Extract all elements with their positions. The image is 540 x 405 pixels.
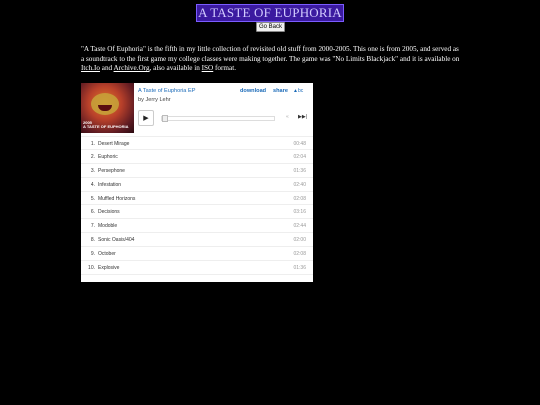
- track-duration: 01:36: [293, 167, 306, 174]
- archive-org-link[interactable]: Archive.Org: [114, 64, 150, 72]
- itch-io-link[interactable]: Itch.Io: [81, 64, 100, 72]
- track-name: Muffled Horizons: [98, 195, 136, 202]
- track-duration: 02:00: [293, 237, 306, 244]
- bandcamp-player: 2005 A TASTE OF EUPHORIA A Taste of Euph…: [81, 83, 313, 282]
- progress-thumb[interactable]: [162, 115, 168, 122]
- track-row[interactable]: 4. Infestation 02:40: [81, 178, 313, 192]
- track-duration: 02:40: [293, 181, 306, 188]
- track-row[interactable]: 2. Euphoric 02:04: [81, 150, 313, 164]
- play-button[interactable]: ▶: [138, 110, 154, 126]
- track-duration: 02:08: [293, 251, 306, 258]
- album-cover-image[interactable]: 2005 A TASTE OF EUPHORIA: [81, 83, 134, 133]
- iso-link[interactable]: ISO: [202, 64, 214, 72]
- share-link[interactable]: share: [273, 88, 288, 94]
- track-row[interactable]: 3. Persephone 01:36: [81, 164, 313, 178]
- track-duration: 00:48: [293, 141, 306, 147]
- page-title-banner: A TASTE OF EUPHORIA: [196, 4, 344, 22]
- cover-face-art: [91, 93, 119, 115]
- track-name: October: [98, 251, 116, 258]
- track-number: 10.: [88, 265, 95, 272]
- progress-bar[interactable]: [161, 115, 275, 122]
- track-row[interactable]: 9. October 02:08: [81, 247, 313, 262]
- page-title: A TASTE OF EUPHORIA: [198, 5, 342, 20]
- track-number: 4.: [90, 181, 95, 188]
- track-number: 2.: [90, 153, 95, 160]
- track-row[interactable]: 8. Sonic Oasis/404 02:00: [81, 233, 313, 248]
- track-number: 1.: [90, 141, 95, 147]
- track-number: 6.: [90, 209, 95, 216]
- play-icon: ▶: [143, 115, 149, 122]
- track-row[interactable]: 5. Muffled Horizons 02:08: [81, 192, 313, 206]
- track-number: 5.: [90, 195, 95, 202]
- track-number: 9.: [90, 251, 95, 258]
- album-title-link[interactable]: A Taste of Euphoria EP: [138, 88, 195, 94]
- track-name: Infestation: [98, 181, 122, 188]
- track-row[interactable]: 1. Desert Mirage 00:48: [81, 136, 313, 150]
- go-back-button[interactable]: Go Back: [256, 22, 285, 32]
- previous-track-icon[interactable]: «: [286, 114, 289, 120]
- track-name: Euphoric: [98, 153, 118, 160]
- track-list: 1. Desert Mirage 00:48 2. Euphoric 02:04 3. Per…: [81, 136, 313, 275]
- download-link[interactable]: download: [240, 88, 266, 94]
- description-text-3: , also available in: [149, 64, 202, 73]
- artist-name: by Jerry Lehr: [138, 97, 171, 103]
- track-number: 3.: [90, 167, 95, 174]
- track-name: Decisions: [98, 209, 120, 216]
- track-duration: 01:36: [293, 265, 306, 272]
- track-name: Modoble: [98, 223, 118, 230]
- cover-caption: 2005 A TASTE OF EUPHORIA: [83, 120, 132, 130]
- description-text-2: and: [99, 64, 114, 73]
- track-number: 8.: [90, 237, 95, 244]
- track-row[interactable]: 10. Explosive 01:36: [81, 261, 313, 275]
- description-paragraph: "A Taste Of Euphoria" is the fifth in my…: [81, 45, 461, 74]
- track-duration: 02:08: [293, 195, 306, 202]
- track-name: Sonic Oasis/404: [98, 237, 135, 244]
- description-text-1: "A Taste Of Euphoria" is the fifth in my…: [81, 45, 460, 63]
- track-name: Explosive: [98, 265, 120, 272]
- description-text-4: format.: [213, 64, 236, 73]
- bandcamp-logo-icon[interactable]: ▲bc: [293, 88, 303, 94]
- track-name: Desert Mirage: [98, 141, 130, 147]
- track-number: 7.: [90, 223, 95, 230]
- track-name: Persephone: [98, 167, 125, 174]
- track-duration: 02:04: [293, 153, 306, 160]
- track-duration: 02:44: [293, 223, 306, 230]
- track-row[interactable]: 6. Decisions 03:16: [81, 205, 313, 220]
- track-duration: 03:16: [293, 209, 306, 216]
- next-track-icon[interactable]: ▶▶|: [298, 114, 307, 120]
- cover-caption-title: A TASTE OF EUPHORIA: [83, 124, 129, 130]
- track-row[interactable]: 7. Modoble 02:44: [81, 219, 313, 234]
